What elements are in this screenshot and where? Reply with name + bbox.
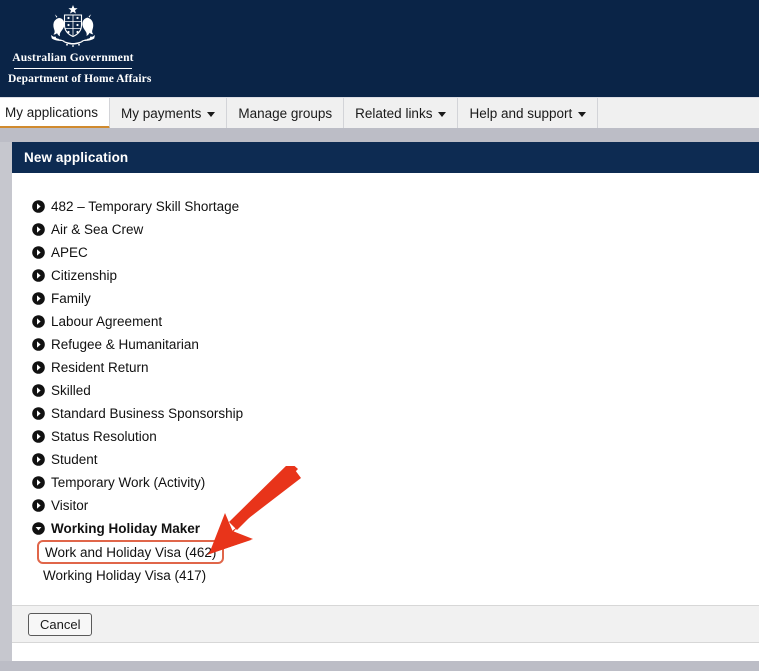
- nav-tab-label: Help and support: [469, 106, 573, 121]
- visa-category-label: Family: [51, 291, 91, 306]
- chevron-right-circle-icon: [32, 315, 45, 328]
- nav-tab-help-and-support[interactable]: Help and support: [458, 98, 599, 129]
- chevron-right-circle-icon: [32, 453, 45, 466]
- visa-category-item[interactable]: Status Resolution: [32, 425, 759, 448]
- visa-category-label: Visitor: [51, 498, 89, 513]
- visa-category-label: Status Resolution: [51, 429, 157, 444]
- chevron-down-icon: [578, 112, 587, 117]
- chevron-right-circle-icon: [32, 223, 45, 236]
- visa-category-item[interactable]: Standard Business Sponsorship: [32, 402, 759, 425]
- visa-subtype-link[interactable]: Working Holiday Visa (417): [43, 564, 206, 587]
- visa-category-item[interactable]: Air & Sea Crew: [32, 218, 759, 241]
- working-holiday-maker-sublist: Work and Holiday Visa (462) Working Holid…: [12, 540, 759, 587]
- main-navigation-bar: My applications My payments Manage groups R…: [0, 97, 759, 129]
- visa-category-label: Temporary Work (Activity): [51, 475, 206, 490]
- visa-category-label: Skilled: [51, 383, 91, 398]
- visa-category-item[interactable]: Resident Return: [32, 356, 759, 379]
- bottom-grey-strip: [0, 661, 759, 671]
- nav-tab-label: My payments: [121, 106, 202, 121]
- visa-category-item[interactable]: Family: [32, 287, 759, 310]
- nav-tab-label: Related links: [355, 106, 433, 121]
- visa-category-item[interactable]: Student: [32, 448, 759, 471]
- main-navigation-list: My applications My payments Manage groups R…: [0, 98, 759, 129]
- chevron-right-circle-icon: [32, 476, 45, 489]
- australian-coat-of-arms-icon: [8, 4, 138, 50]
- visa-category-label: Air & Sea Crew: [51, 222, 144, 237]
- nav-tab-my-payments[interactable]: My payments: [110, 98, 228, 129]
- chevron-down-icon: [438, 112, 447, 117]
- chevron-right-circle-icon: [32, 430, 45, 443]
- visa-subtype-label: Working Holiday Visa (417): [43, 568, 207, 583]
- chevron-right-circle-icon: [32, 292, 45, 305]
- visa-category-label: Citizenship: [51, 268, 118, 283]
- chevron-right-circle-icon: [32, 361, 45, 374]
- site-brand-band: Australian Government Department of Home…: [0, 0, 759, 97]
- chevron-right-circle-icon: [32, 499, 45, 512]
- visa-category-label: Working Holiday Maker: [51, 521, 201, 536]
- visa-subtype-link[interactable]: Work and Holiday Visa (462): [37, 540, 225, 564]
- visa-category-label: APEC: [51, 245, 88, 260]
- chevron-right-circle-icon: [32, 246, 45, 259]
- visa-category-item[interactable]: Refugee & Humanitarian: [32, 333, 759, 356]
- left-gutter: [0, 142, 12, 661]
- visa-category-item[interactable]: Visitor: [32, 494, 759, 517]
- visa-category-label: Refugee & Humanitarian: [51, 337, 199, 352]
- page-root: Australian Government Department of Home…: [0, 0, 759, 671]
- visa-category-label: Resident Return: [51, 360, 149, 375]
- visa-category-item[interactable]: APEC: [32, 241, 759, 264]
- visa-category-label: Labour Agreement: [51, 314, 163, 329]
- navigation-shadow-band: [0, 128, 759, 142]
- visa-category-item[interactable]: 482 – Temporary Skill Shortage: [32, 195, 759, 218]
- visa-category-label: 482 – Temporary Skill Shortage: [51, 199, 240, 214]
- new-application-panel: New application 482 – Temporary Skill Sh…: [12, 142, 759, 643]
- chevron-right-circle-icon: [32, 200, 45, 213]
- chevron-right-circle-icon: [32, 384, 45, 397]
- brand-divider: [14, 68, 132, 69]
- brand-line-government: Australian Government: [12, 52, 134, 64]
- visa-category-label: Student: [51, 452, 98, 467]
- chevron-down-icon: [207, 112, 216, 117]
- panel-title: New application: [12, 142, 759, 173]
- visa-category-list: 482 – Temporary Skill Shortage Air & Sea …: [12, 195, 759, 540]
- nav-tab-manage-groups[interactable]: Manage groups: [227, 98, 345, 129]
- nav-tab-label: Manage groups: [238, 106, 333, 121]
- visa-category-item[interactable]: Working Holiday Maker: [32, 517, 759, 540]
- visa-category-item[interactable]: Labour Agreement: [32, 310, 759, 333]
- cancel-button[interactable]: Cancel: [28, 612, 93, 636]
- nav-tab-related-links[interactable]: Related links: [344, 98, 459, 129]
- visa-subtype-label: Work and Holiday Visa (462): [45, 544, 217, 560]
- visa-category-item[interactable]: Citizenship: [32, 264, 759, 287]
- visa-category-item[interactable]: Temporary Work (Activity): [32, 471, 759, 494]
- nav-tab-label: My applications: [5, 104, 99, 120]
- panel-content: 482 – Temporary Skill Shortage Air & Sea …: [12, 173, 759, 593]
- nav-tab-my-applications[interactable]: My applications: [0, 98, 111, 129]
- chevron-right-circle-icon: [32, 269, 45, 282]
- chevron-down-circle-icon: [32, 522, 45, 535]
- visa-category-item[interactable]: Skilled: [32, 379, 759, 402]
- panel-footer: Cancel: [12, 605, 759, 643]
- brand-lockup: Australian Government Department of Home…: [8, 2, 152, 86]
- brand-line-department: Department of Home Affairs: [8, 73, 152, 85]
- chevron-right-circle-icon: [32, 407, 45, 420]
- chevron-right-circle-icon: [32, 338, 45, 351]
- visa-category-label: Standard Business Sponsorship: [51, 406, 244, 421]
